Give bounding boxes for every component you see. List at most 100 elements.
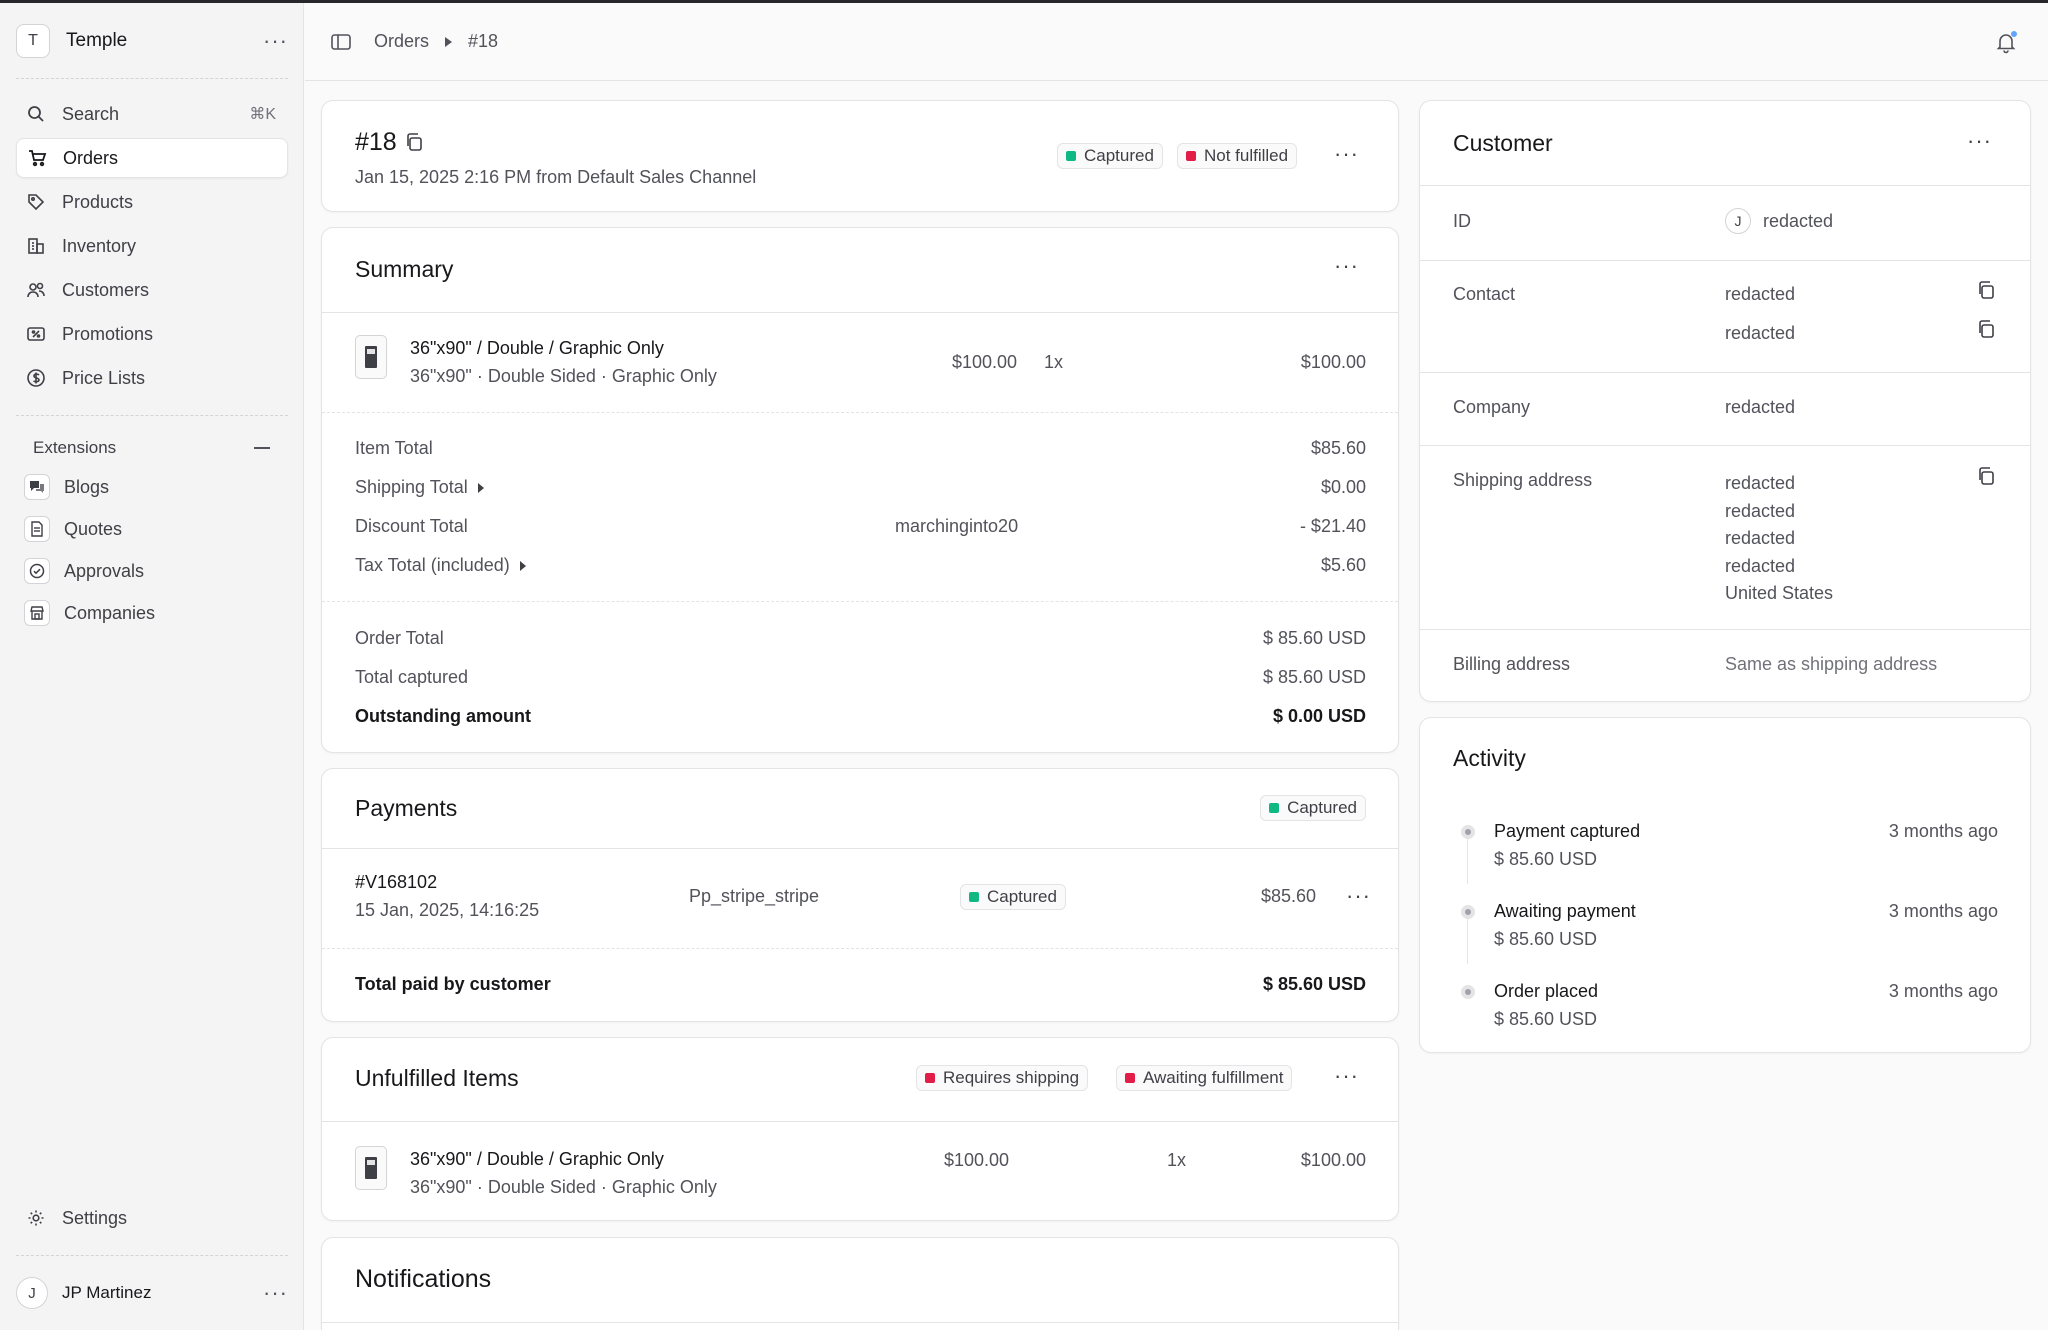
- total-paid-value: $ 85.60 USD: [1262, 974, 1366, 994]
- search-icon: [28, 106, 44, 122]
- order-total-label: Order Total: [355, 628, 444, 648]
- tax-total-value: $5.60: [1320, 555, 1366, 575]
- card-divider: [322, 1322, 1398, 1323]
- order-actions-icon[interactable]: ···: [1334, 143, 1359, 165]
- shipping-total-toggle[interactable]: Shipping Total: [355, 477, 484, 498]
- card-divider: [322, 601, 1398, 602]
- sidebar-item-orders[interactable]: Orders: [16, 138, 288, 178]
- sidebar: T Temple ··· Search ⌘K Orders Products I…: [0, 3, 304, 1330]
- receipt-percent-icon: [27, 327, 45, 341]
- store-switcher[interactable]: T Temple ···: [16, 23, 288, 59]
- item-name: 36"x90" / Double / Graphic Only: [410, 338, 664, 358]
- sidebar-item-label: Products: [62, 191, 134, 212]
- discount-code: marchinginto20: [895, 516, 1019, 536]
- payment-date: 15 Jan, 2025, 14:16:25: [355, 900, 540, 920]
- copy-icon[interactable]: [404, 132, 424, 152]
- card-divider: [322, 948, 1398, 949]
- extensions-nav: Blogs Quotes Approvals Companies: [16, 467, 288, 635]
- item-total: $100.00: [1300, 352, 1366, 372]
- summary-actions-icon[interactable]: ···: [1334, 255, 1359, 277]
- customer-actions-icon[interactable]: ···: [1967, 130, 1992, 152]
- payment-actions-icon[interactable]: ···: [1346, 885, 1371, 907]
- customer-id-value[interactable]: redacted: [1763, 211, 1833, 232]
- summary-card: Summary ··· 36"x90" / Double / Graphic O…: [321, 227, 1399, 753]
- requires-shipping-badge: Requires shipping: [916, 1065, 1089, 1091]
- copy-email-icon[interactable]: [1976, 280, 1996, 300]
- cart-icon: [29, 150, 47, 167]
- extensions-header[interactable]: Extensions: [16, 433, 288, 463]
- sidebar-item-price-lists[interactable]: Price Lists: [16, 358, 288, 398]
- sidebar-toggle-icon[interactable]: [330, 31, 352, 53]
- sidebar-item-products[interactable]: Products: [16, 182, 288, 222]
- sidebar-item-label: Price Lists: [62, 367, 146, 388]
- unfulfilled-actions-icon[interactable]: ···: [1334, 1065, 1359, 1087]
- copy-phone-icon[interactable]: [1976, 319, 1996, 339]
- user-menu[interactable]: J JP Martinez ···: [16, 1275, 288, 1311]
- card-divider: [322, 312, 1398, 313]
- event-amount: $ 85.60 USD: [1494, 849, 1598, 869]
- sidebar-item-companies[interactable]: Companies: [16, 593, 288, 633]
- sidebar-item-approvals[interactable]: Approvals: [16, 551, 288, 591]
- payment-row-status-badge: Captured: [960, 884, 1066, 910]
- tax-total-toggle[interactable]: Tax Total (included): [355, 555, 526, 576]
- status-dot: [1269, 803, 1280, 813]
- topbar: Orders #18: [305, 3, 2048, 81]
- item-total-label: Item Total: [355, 438, 433, 458]
- sidebar-item-blogs[interactable]: Blogs: [16, 467, 288, 507]
- product-thumbnail: [355, 335, 387, 379]
- sidebar-item-settings[interactable]: Settings: [16, 1198, 288, 1238]
- notifications-title: Notifications: [355, 1265, 492, 1293]
- payments-status-badge: Captured: [1260, 795, 1366, 821]
- sidebar-item-search[interactable]: Search ⌘K: [16, 94, 288, 134]
- notifications-card: Notifications: [321, 1237, 1399, 1330]
- sidebar-item-label: Settings: [62, 1207, 128, 1228]
- event-amount: $ 85.60 USD: [1494, 929, 1598, 949]
- breadcrumb-current: #18: [468, 31, 499, 51]
- card-divider: [1420, 185, 2030, 186]
- item-quantity: 1x: [1044, 352, 1064, 372]
- activity-title: Activity: [1453, 745, 1526, 771]
- notifications-button[interactable]: [1994, 30, 2018, 54]
- address-line: United States: [1725, 583, 1834, 604]
- timeline-dot: [1461, 985, 1475, 999]
- store-menu-icon[interactable]: ···: [263, 30, 288, 52]
- sidebar-item-customers[interactable]: Customers: [16, 270, 288, 310]
- store-avatar: T: [16, 24, 50, 58]
- sidebar-item-inventory[interactable]: Inventory: [16, 226, 288, 266]
- badge-label: Captured: [1287, 798, 1357, 817]
- item-unit-price: $100.00: [952, 352, 1018, 372]
- payment-amount: $85.60: [1260, 886, 1316, 906]
- main-nav: Search ⌘K Orders Products Inventory Cust…: [16, 94, 288, 402]
- sidebar-item-label: Quotes: [64, 518, 123, 539]
- check-circle-icon: [24, 558, 50, 584]
- users-icon: [27, 282, 45, 298]
- activity-card: Activity Payment captured $ 85.60 USD 3 …: [1419, 717, 2031, 1053]
- card-divider: [1420, 629, 2030, 630]
- order-total-value: $ 85.60 USD: [1262, 628, 1366, 648]
- customer-title: Customer: [1453, 130, 1553, 156]
- discount-total-label: Discount Total: [355, 516, 468, 536]
- breadcrumb-orders[interactable]: Orders: [374, 31, 429, 52]
- event-time: 3 months ago: [1888, 901, 1998, 921]
- buildings-icon: [28, 238, 44, 254]
- timeline-connector: [1467, 916, 1468, 964]
- sidebar-item-quotes[interactable]: Quotes: [16, 509, 288, 549]
- timeline-dot: [1461, 905, 1475, 919]
- sidebar-item-label: Promotions: [62, 323, 154, 344]
- event-title: Payment captured: [1494, 821, 1641, 841]
- user-name: JP Martinez: [62, 1283, 152, 1302]
- user-menu-icon[interactable]: ···: [263, 1282, 288, 1304]
- order-header-card: #18 Jan 15, 2025 2:16 PM from Default Sa…: [321, 100, 1399, 212]
- sidebar-item-label: Blogs: [64, 476, 110, 497]
- collapse-icon[interactable]: [254, 447, 270, 449]
- event-amount: $ 85.60 USD: [1494, 1009, 1598, 1029]
- copy-address-icon[interactable]: [1976, 466, 1996, 486]
- user-avatar: J: [16, 1277, 48, 1309]
- sidebar-item-promotions[interactable]: Promotions: [16, 314, 288, 354]
- extensions-label: Extensions: [33, 438, 117, 457]
- summary-title: Summary: [355, 256, 454, 282]
- outstanding-amount-value: $ 0.00 USD: [1272, 706, 1366, 726]
- settings-nav: Settings: [16, 1198, 288, 1242]
- breadcrumb: Orders #18: [374, 31, 498, 52]
- payment-id: #V168102: [355, 872, 438, 892]
